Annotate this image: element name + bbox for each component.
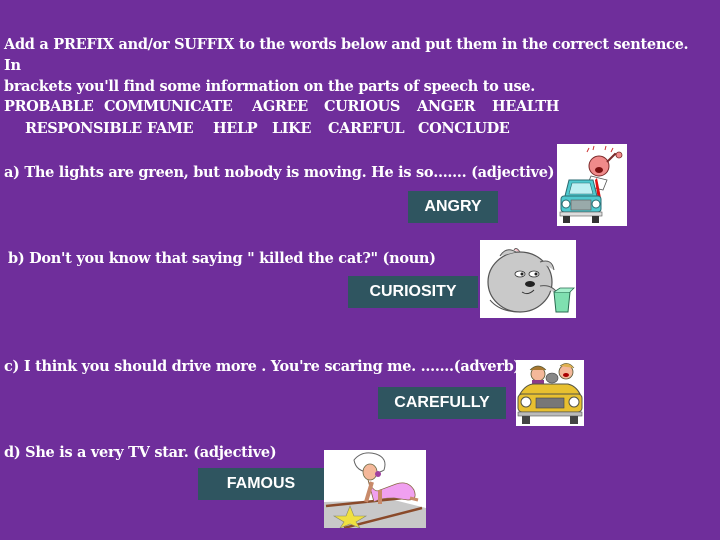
question-c: c) I think you should drive more . You'r… xyxy=(4,358,521,375)
scared-passengers-car-image xyxy=(516,360,584,426)
word-item: HELP xyxy=(213,120,258,137)
question-d: d) She is a very TV star. (adjective) xyxy=(4,444,277,461)
angry-driver-icon xyxy=(559,145,623,223)
instructions-line-1: Add a PREFIX and/or SUFFIX to the words … xyxy=(4,36,689,74)
instructions: Add a PREFIX and/or SUFFIX to the words … xyxy=(4,34,704,97)
scared-passengers-car-icon xyxy=(517,363,583,424)
word-item: CONCLUDE xyxy=(418,120,510,137)
word-item: CURIOUS xyxy=(324,98,400,115)
walk-of-fame-star-icon xyxy=(324,452,426,528)
answer-button-b[interactable]: CURIOSITY xyxy=(348,276,478,308)
question-a: a) The lights are green, but nobody is m… xyxy=(4,164,555,181)
word-item: AGREE xyxy=(252,98,308,115)
curious-cat-icon xyxy=(487,248,575,313)
answer-button-a[interactable]: ANGRY xyxy=(408,191,498,223)
walk-of-fame-star-image xyxy=(324,450,426,528)
instructions-line-2: brackets you'll find some information on… xyxy=(4,78,536,95)
word-item: LIKE xyxy=(272,120,312,137)
curious-cat-image xyxy=(480,240,576,318)
word-item: COMMUNICATE xyxy=(104,98,233,115)
answer-button-c[interactable]: CAREFULLY xyxy=(378,387,506,419)
word-item: ANGER xyxy=(417,98,475,115)
answer-button-d[interactable]: FAMOUS xyxy=(198,468,324,500)
angry-driver-image xyxy=(557,144,627,226)
question-b: b) Don't you know that saying " killed t… xyxy=(8,250,436,267)
word-item: RESPONSIBLE xyxy=(25,120,142,137)
word-item: CAREFUL xyxy=(328,120,405,137)
word-item: FAME xyxy=(147,120,194,137)
word-item: PROBABLE xyxy=(4,98,94,115)
word-item: HEALTH xyxy=(492,98,560,115)
